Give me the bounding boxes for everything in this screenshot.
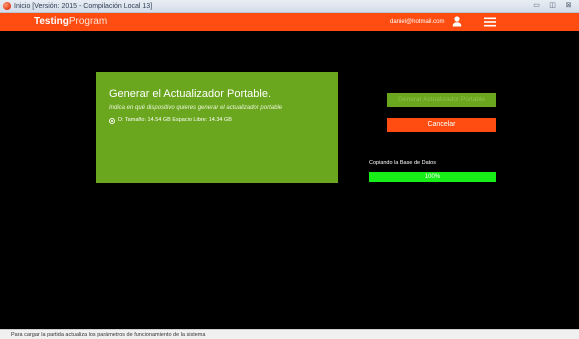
window-titlebar: Inicio [Versión: 2015 - Compilación Loca… (0, 0, 579, 13)
portable-updater-panel: Generar el Actualizador Portable. Indica… (96, 72, 338, 183)
maximize-icon[interactable]: ◫ (546, 1, 559, 11)
app-header: TestingProgram daniel@hotmail.com (0, 13, 579, 31)
hamburger-menu-icon[interactable] (484, 17, 496, 27)
brand-name-bold: Testing (34, 16, 69, 27)
status-bar: Para cargar la partida actualiza los par… (0, 329, 579, 339)
panel-title: Generar el Actualizador Portable. (109, 88, 272, 100)
status-text: Para cargar la partida actualiza los par… (11, 332, 206, 338)
progress-bar: 100% (369, 172, 496, 182)
window-title: Inicio [Versión: 2015 - Compilación Loca… (14, 3, 153, 10)
device-option-label: D: Tamaño: 14.54 GB Espacio Libre: 14.34… (118, 117, 232, 123)
main-content: Generar el Actualizador Portable. Indica… (0, 31, 579, 329)
generate-portable-button[interactable]: Generar Actualizador Portable (387, 93, 496, 107)
progress-value: 100% (424, 174, 441, 180)
cancel-button[interactable]: Cancelar (387, 118, 496, 132)
minimize-icon[interactable]: ▭ (530, 1, 543, 11)
radio-button[interactable] (109, 118, 115, 124)
panel-subtitle: Indica en qué dispositivo quieres genera… (109, 105, 283, 111)
progress-label: Copiando la Base de Datos (369, 160, 436, 166)
user-email[interactable]: daniel@hotmail.com (390, 18, 444, 27)
brand-logo: TestingProgram (34, 15, 107, 29)
brand-name-light: Program (68, 16, 108, 27)
close-icon[interactable]: ⊠ (562, 1, 575, 11)
user-icon[interactable] (452, 16, 462, 27)
app-logo-icon (3, 2, 11, 10)
